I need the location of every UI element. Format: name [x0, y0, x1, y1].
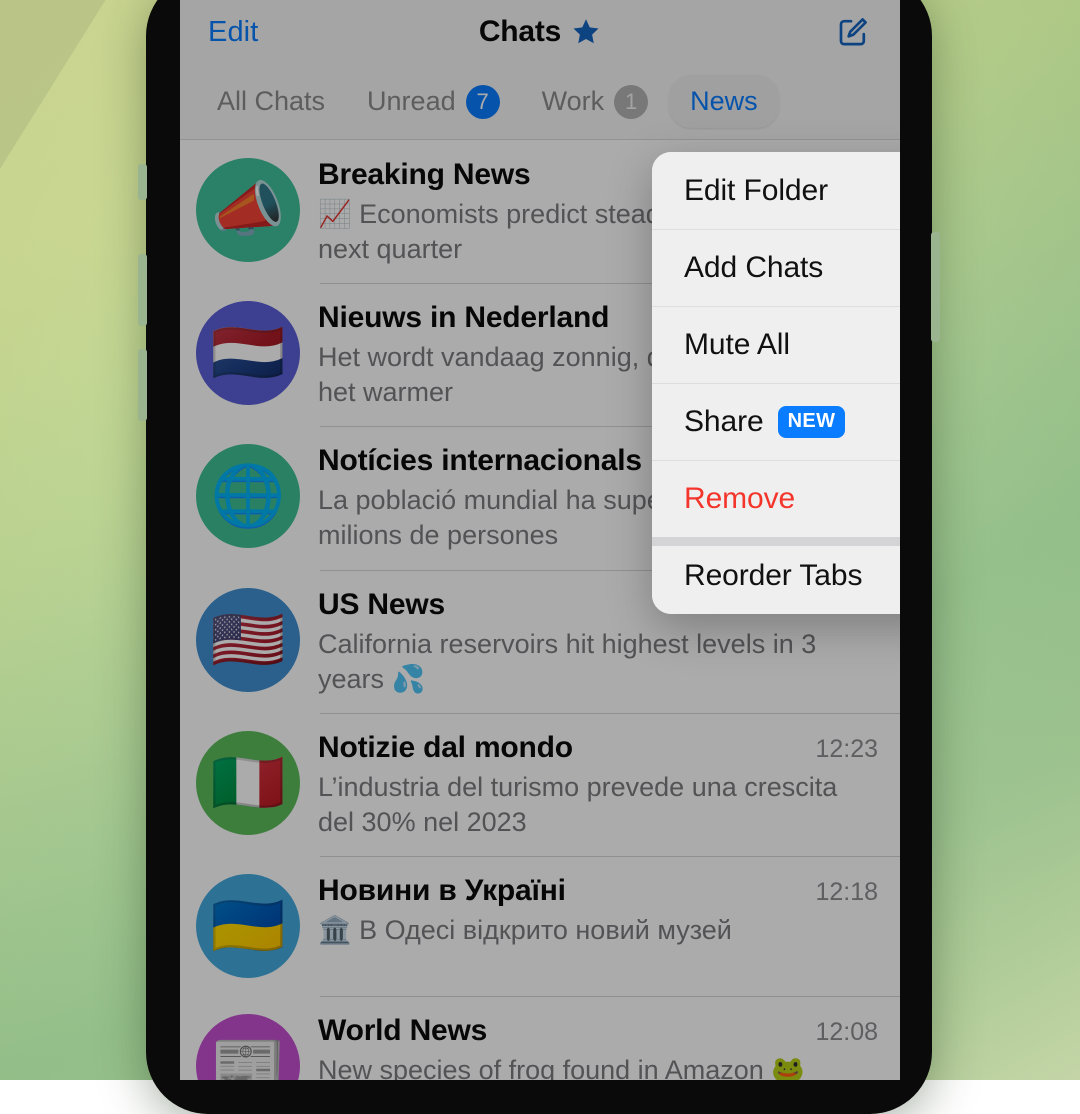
chat-avatar: 🇮🇹: [196, 731, 300, 835]
chat-timestamp: 12:18: [815, 878, 878, 907]
menu-item-label: Reorder Tabs: [684, 559, 862, 593]
chat-title: Notizie dal mondo: [318, 731, 573, 765]
chat-item-content: World News 12:08 New species of frog found…: [318, 1012, 878, 1080]
power-button[interactable]: [931, 232, 940, 342]
folder-tab-unread[interactable]: Unread 7: [346, 74, 521, 130]
chat-preview-text: New species of frog found in Amazon 🐸: [318, 1053, 878, 1080]
chat-title: World News: [318, 1014, 487, 1048]
chat-item-content: Новини в Україні 12:18 🏛️ В Одесі відкрито…: [318, 872, 878, 948]
chat-avatar: 📰: [196, 1014, 300, 1080]
chat-title: Breaking News: [318, 158, 530, 192]
folder-tab-label: Unread: [367, 86, 456, 117]
folder-context-menu[interactable]: Edit Folder Add Chats Mute All Share NEW Remo…: [652, 152, 900, 614]
chat-title: US News: [318, 588, 445, 622]
menu-item-reorder-tabs[interactable]: Reorder Tabs: [652, 537, 900, 614]
navigation-bar: Edit Chats: [180, 0, 900, 64]
chat-title-row: World News 12:08: [318, 1014, 878, 1048]
chat-avatar: 🇺🇦: [196, 874, 300, 978]
compose-button[interactable]: [834, 13, 872, 51]
folder-tab-strip[interactable]: All Chats Unread 7 Work 1 News: [180, 64, 900, 140]
compose-icon: [835, 14, 871, 50]
chat-preview-text: L’industria del turismo prevede una cres…: [318, 770, 878, 840]
chat-title-row: Notizie dal mondo 12:23: [318, 731, 878, 765]
menu-item-new-badge: NEW: [778, 406, 846, 438]
navigation-title-group: Chats: [180, 0, 900, 64]
folder-tab-work[interactable]: Work 1: [521, 74, 670, 130]
chat-list-item[interactable]: 🇮🇹 Notizie dal mondo 12:23 L’industria del …: [180, 713, 900, 856]
folder-tab-label: All Chats: [217, 86, 325, 117]
chat-preview-text: California reservoirs hit highest levels…: [318, 627, 878, 697]
menu-item-label: Share: [684, 405, 764, 439]
chat-title: Notícies internacionals: [318, 444, 642, 478]
chat-avatar: 📣: [196, 158, 300, 262]
folder-tab-badge: 1: [614, 85, 648, 119]
folder-tab-label: Work: [542, 86, 605, 117]
menu-item-label: Mute All: [684, 328, 790, 362]
chat-list-item[interactable]: 🇺🇦 Новини в Україні 12:18 🏛️ В Одесі відкри…: [180, 856, 900, 996]
chat-timestamp: 12:23: [815, 735, 878, 764]
phone-screen: Edit Chats All Chats Unread 7 Work 1 News 📣 Br…: [180, 0, 900, 1080]
menu-item-label: Edit Folder: [684, 174, 828, 208]
folder-tab-all-chats[interactable]: All Chats: [196, 75, 346, 128]
volume-down-button[interactable]: [138, 349, 147, 421]
silent-switch[interactable]: [138, 164, 147, 200]
chat-avatar: 🇺🇸: [196, 588, 300, 692]
chat-avatar: 🌐: [196, 444, 300, 548]
menu-item-share[interactable]: Share NEW: [652, 383, 900, 460]
folder-tab-news[interactable]: News: [669, 75, 779, 128]
page-title: Chats: [479, 15, 561, 49]
folder-tab-badge: 7: [466, 85, 500, 119]
menu-item-add-chats[interactable]: Add Chats: [652, 229, 900, 306]
volume-up-button[interactable]: [138, 254, 147, 326]
chat-title: Nieuws in Nederland: [318, 301, 609, 335]
chat-title-row: Новини в Україні 12:18: [318, 874, 878, 908]
chat-list-item[interactable]: 📰 World News 12:08 New species of frog foun…: [180, 996, 900, 1080]
chat-preview-text: 🏛️ В Одесі відкрито новий музей: [318, 913, 878, 948]
chat-avatar: 🇳🇱: [196, 301, 300, 405]
menu-item-label: Add Chats: [684, 251, 823, 285]
menu-item-remove[interactable]: Remove: [652, 460, 900, 537]
star-icon: [571, 17, 601, 47]
menu-item-mute-all[interactable]: Mute All: [652, 306, 900, 383]
chat-item-content: Notizie dal mondo 12:23 L’industria del tu…: [318, 729, 878, 840]
menu-item-label: Remove: [684, 482, 795, 516]
folder-tab-label: News: [690, 86, 758, 117]
chat-timestamp: 12:08: [815, 1018, 878, 1047]
edit-button[interactable]: Edit: [208, 16, 258, 49]
chat-title: Новини в Україні: [318, 874, 566, 908]
menu-item-edit-folder[interactable]: Edit Folder: [652, 152, 900, 229]
